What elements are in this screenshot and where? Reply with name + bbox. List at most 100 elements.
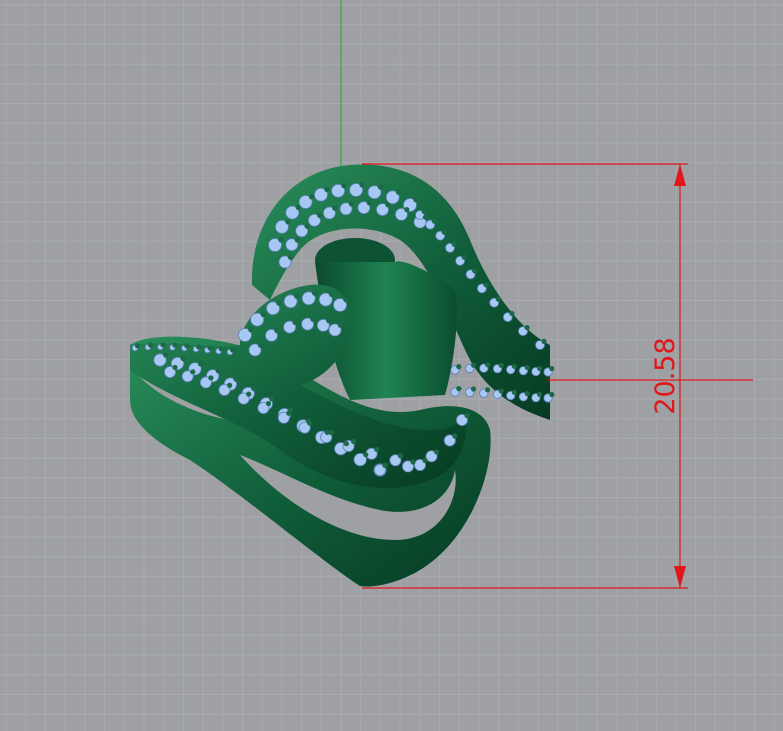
- prong: [304, 223, 310, 229]
- prong: [172, 364, 178, 371]
- prong: [524, 390, 530, 397]
- prong: [227, 382, 233, 388]
- prong: [180, 355, 186, 362]
- prong: [431, 218, 437, 224]
- prong: [382, 462, 388, 469]
- prong: [537, 365, 543, 371]
- prong: [218, 346, 224, 352]
- prong: [509, 310, 515, 317]
- prong: [307, 420, 313, 426]
- prong: [422, 457, 428, 464]
- prong: [163, 352, 169, 358]
- prong: [134, 343, 141, 349]
- prong: [293, 293, 300, 299]
- prong: [456, 386, 462, 392]
- 3d-viewport[interactable]: 20.58: [0, 0, 783, 731]
- prong: [377, 184, 383, 190]
- prong: [366, 200, 372, 206]
- prong: [286, 410, 292, 416]
- prong: [285, 219, 291, 225]
- prong: [404, 207, 410, 213]
- prong: [287, 254, 293, 260]
- prong: [397, 453, 404, 459]
- prong: [269, 396, 275, 402]
- prong: [147, 342, 153, 348]
- prong: [260, 311, 266, 317]
- prong: [278, 237, 284, 243]
- prong: [276, 300, 282, 306]
- prong: [343, 441, 349, 447]
- prong: [229, 347, 236, 353]
- prong: [317, 212, 323, 219]
- prong: [549, 392, 555, 398]
- prong: [421, 208, 427, 214]
- prong: [233, 376, 239, 382]
- prong: [385, 202, 391, 208]
- prong: [464, 412, 470, 419]
- prong: [337, 322, 343, 328]
- prong: [470, 386, 477, 392]
- prong: [511, 363, 517, 369]
- prong: [498, 388, 504, 394]
- prong: [198, 361, 204, 367]
- prong: [498, 362, 504, 368]
- prong: [208, 375, 214, 381]
- prong: [310, 316, 316, 322]
- prong: [395, 189, 402, 195]
- prong: [328, 291, 335, 297]
- prong: [511, 389, 517, 395]
- prong: [363, 452, 369, 458]
- dimension-value: 20.58: [650, 337, 681, 414]
- prong: [251, 385, 257, 392]
- prong: [328, 430, 334, 436]
- prong: [343, 297, 349, 303]
- prong: [441, 229, 447, 235]
- ring-model[interactable]: [130, 164, 555, 587]
- prong: [472, 268, 478, 274]
- prong: [248, 327, 254, 333]
- prong: [495, 296, 501, 302]
- prong: [246, 391, 252, 397]
- prong: [195, 344, 202, 350]
- prong: [341, 183, 347, 189]
- prong: [326, 318, 332, 324]
- prong: [452, 433, 458, 439]
- prong: [308, 194, 314, 200]
- prong: [160, 342, 166, 348]
- prong: [410, 459, 416, 465]
- prong: [184, 343, 190, 349]
- prong: [537, 391, 543, 397]
- prong: [295, 204, 301, 210]
- prong: [470, 362, 477, 368]
- prong: [324, 186, 330, 193]
- prong: [207, 345, 213, 351]
- prong: [190, 369, 196, 375]
- prong: [348, 201, 354, 207]
- prong: [485, 387, 491, 393]
- prong: [483, 282, 489, 288]
- viewport-canvas[interactable]: 20.58: [0, 0, 783, 731]
- prong: [433, 449, 440, 455]
- prong: [485, 362, 491, 368]
- prong: [312, 290, 318, 296]
- prong: [172, 342, 178, 348]
- prong: [257, 342, 263, 348]
- prong: [215, 368, 221, 374]
- prong: [524, 325, 530, 331]
- prong: [456, 364, 462, 370]
- prong: [294, 237, 300, 243]
- prong: [451, 241, 457, 247]
- prong: [413, 197, 419, 203]
- prong: [292, 319, 298, 325]
- prong: [274, 328, 280, 334]
- prong: [461, 254, 467, 260]
- prong: [524, 364, 530, 370]
- prong: [541, 338, 547, 344]
- prong: [359, 182, 365, 188]
- prong: [422, 214, 428, 220]
- prong: [351, 438, 357, 445]
- prong: [265, 400, 272, 407]
- prong: [332, 205, 338, 211]
- prong: [549, 366, 555, 372]
- prong: [374, 446, 380, 452]
